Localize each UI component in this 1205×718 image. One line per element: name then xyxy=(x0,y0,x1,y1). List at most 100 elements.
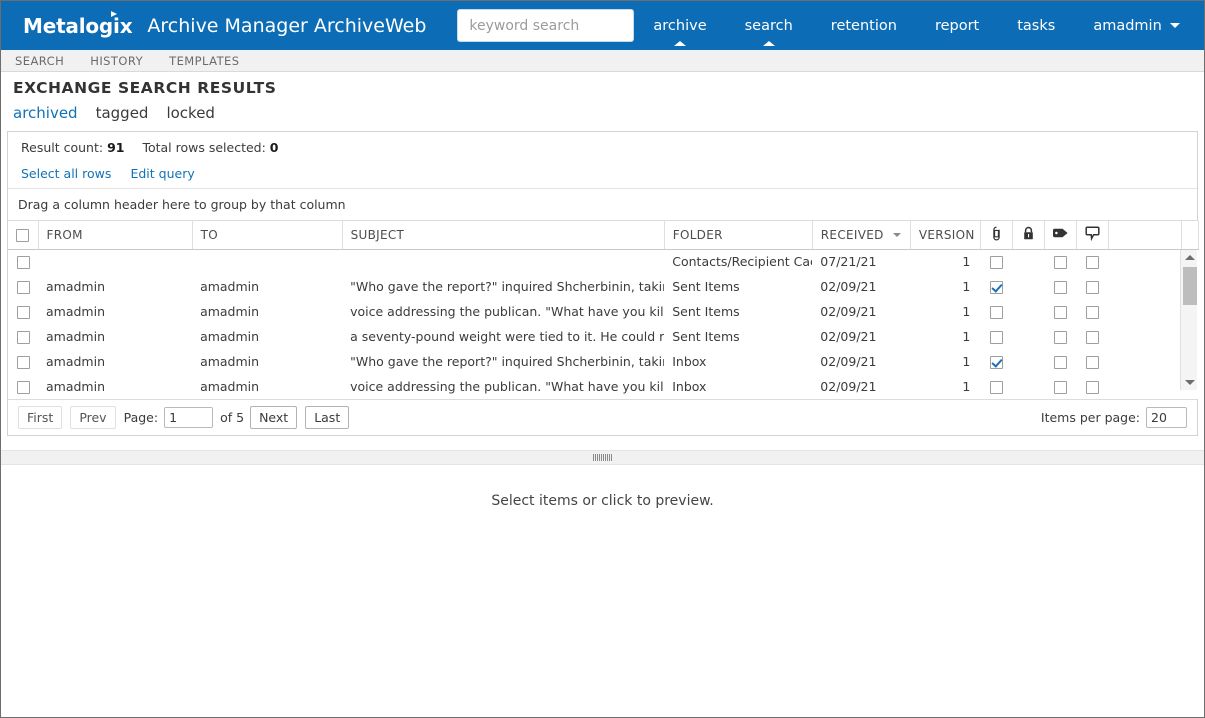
cell-tagged[interactable] xyxy=(1044,274,1077,299)
row-select-checkbox[interactable] xyxy=(16,306,30,319)
attachment-checkbox[interactable] xyxy=(989,381,1003,394)
cell-comment[interactable] xyxy=(1076,324,1109,349)
attachment-checkbox[interactable] xyxy=(989,331,1003,344)
cell-comment[interactable] xyxy=(1076,299,1109,324)
attachment-checkbox[interactable] xyxy=(989,356,1003,369)
state-tab-archived[interactable]: archived xyxy=(13,104,78,122)
row-select-cell[interactable] xyxy=(8,349,38,374)
cell-attachment[interactable] xyxy=(980,349,1013,374)
row-select-cell[interactable] xyxy=(8,249,38,274)
scrollbar-thumb[interactable] xyxy=(1183,267,1197,305)
comment-checkbox[interactable] xyxy=(1085,331,1099,344)
col-header-subject[interactable]: SUBJECT xyxy=(342,221,665,250)
table-row[interactable]: Contacts/Recipient Cache 07/21/21 1 xyxy=(8,249,1199,274)
cell-tagged[interactable] xyxy=(1044,349,1077,374)
scroll-up-arrow-icon[interactable] xyxy=(1181,250,1198,265)
brand-logo[interactable]: Metalogix xyxy=(23,10,134,38)
cell-attachment[interactable] xyxy=(980,324,1013,349)
prev-page-button[interactable]: Prev xyxy=(70,406,116,429)
col-header-locked[interactable] xyxy=(1012,221,1045,250)
tagged-checkbox[interactable] xyxy=(1053,356,1067,369)
comment-checkbox[interactable] xyxy=(1085,281,1099,294)
row-select-checkbox[interactable] xyxy=(16,256,30,270)
nav-item-tasks[interactable]: tasks xyxy=(998,1,1074,50)
subnav-item-search[interactable]: SEARCH xyxy=(15,54,64,68)
first-page-button[interactable]: First xyxy=(18,406,63,429)
col-header-received[interactable]: RECEIVED xyxy=(812,221,911,250)
cell-received: 02/09/21 xyxy=(812,349,911,374)
col-header-tagged[interactable] xyxy=(1044,221,1077,250)
col-header-attachment[interactable] xyxy=(980,221,1013,250)
state-tab-locked[interactable]: locked xyxy=(166,104,215,122)
cell-attachment[interactable] xyxy=(980,299,1013,324)
nav-item-search[interactable]: search xyxy=(726,1,812,50)
row-select-cell[interactable] xyxy=(8,324,38,349)
row-select-checkbox[interactable] xyxy=(16,356,30,369)
tagged-checkbox[interactable] xyxy=(1053,306,1067,319)
row-select-checkbox[interactable] xyxy=(16,281,30,294)
cell-folder: Contacts/Recipient Cache xyxy=(664,249,813,274)
state-tab-tagged[interactable]: tagged xyxy=(96,104,149,122)
row-select-cell[interactable] xyxy=(8,299,38,324)
row-select-checkbox[interactable] xyxy=(16,331,30,344)
cell-tagged[interactable] xyxy=(1044,249,1077,274)
nav-item-retention[interactable]: retention xyxy=(812,1,916,50)
col-header-to[interactable]: TO xyxy=(192,221,343,250)
select-all-checkbox[interactable] xyxy=(16,228,30,242)
cell-comment[interactable] xyxy=(1076,349,1109,374)
tagged-checkbox[interactable] xyxy=(1053,331,1067,344)
nav-item-archive[interactable]: archive xyxy=(634,1,725,50)
attachment-checkbox[interactable] xyxy=(989,281,1003,294)
table-row[interactable]: amadmin amadmin voice addressing the pub… xyxy=(8,374,1199,399)
comment-checkbox[interactable] xyxy=(1085,381,1099,394)
tagged-checkbox[interactable] xyxy=(1053,381,1067,394)
cell-comment[interactable] xyxy=(1076,249,1109,274)
comment-checkbox[interactable] xyxy=(1085,256,1099,270)
edit-query-link[interactable]: Edit query xyxy=(130,166,194,181)
page-number-input[interactable] xyxy=(164,407,214,428)
cell-comment[interactable] xyxy=(1076,274,1109,299)
items-per-page-input[interactable] xyxy=(1146,407,1187,428)
cell-attachment[interactable] xyxy=(980,374,1013,399)
comment-checkbox[interactable] xyxy=(1085,306,1099,319)
cell-tagged[interactable] xyxy=(1044,374,1077,399)
preview-empty-message: Select items or click to preview. xyxy=(491,493,714,509)
grid-vertical-scrollbar[interactable] xyxy=(1180,250,1197,390)
cell-tagged[interactable] xyxy=(1044,324,1077,349)
tagged-checkbox[interactable] xyxy=(1053,281,1067,294)
comment-checkbox[interactable] xyxy=(1085,356,1099,369)
row-select-cell[interactable] xyxy=(8,274,38,299)
col-header-from[interactable]: FROM xyxy=(38,221,193,250)
select-all-rows-link[interactable]: Select all rows xyxy=(21,166,111,181)
result-summary-bar: Result count: 91 Total rows selected: 0 … xyxy=(8,132,1197,189)
cell-attachment[interactable] xyxy=(980,249,1013,274)
cell-subject xyxy=(342,249,665,274)
attachment-checkbox[interactable] xyxy=(989,256,1003,270)
table-row[interactable]: amadmin amadmin "Who gave the report?" i… xyxy=(8,349,1199,374)
subnav-item-history[interactable]: HISTORY xyxy=(90,54,143,68)
col-select-all[interactable] xyxy=(8,221,39,250)
nav-item-user-menu[interactable]: amadmin xyxy=(1074,1,1198,50)
table-row[interactable]: amadmin amadmin a seventy-pound weight w… xyxy=(8,324,1199,349)
group-by-dropzone[interactable]: Drag a column header here to group by th… xyxy=(8,189,1197,221)
row-select-cell[interactable] xyxy=(8,374,38,399)
col-header-comment[interactable] xyxy=(1076,221,1109,250)
col-header-folder[interactable]: FOLDER xyxy=(664,221,813,250)
col-header-version[interactable]: VERSION xyxy=(910,221,981,250)
subnav-item-templates[interactable]: TEMPLATES xyxy=(169,54,239,68)
next-page-button[interactable]: Next xyxy=(250,406,298,429)
last-page-button[interactable]: Last xyxy=(305,406,350,429)
cell-comment[interactable] xyxy=(1076,374,1109,399)
row-select-checkbox[interactable] xyxy=(16,381,30,394)
sort-descending-icon[interactable] xyxy=(892,233,901,237)
cell-tagged[interactable] xyxy=(1044,299,1077,324)
preview-splitter[interactable] xyxy=(1,450,1204,465)
nav-item-report[interactable]: report xyxy=(916,1,998,50)
table-row[interactable]: amadmin amadmin voice addressing the pub… xyxy=(8,299,1199,324)
cell-attachment[interactable] xyxy=(980,274,1013,299)
tagged-checkbox[interactable] xyxy=(1053,256,1067,270)
attachment-checkbox[interactable] xyxy=(989,306,1003,319)
search-input[interactable] xyxy=(457,9,635,42)
table-row[interactable]: amadmin amadmin "Who gave the report?" i… xyxy=(8,274,1199,299)
scroll-down-arrow-icon[interactable] xyxy=(1181,375,1198,390)
